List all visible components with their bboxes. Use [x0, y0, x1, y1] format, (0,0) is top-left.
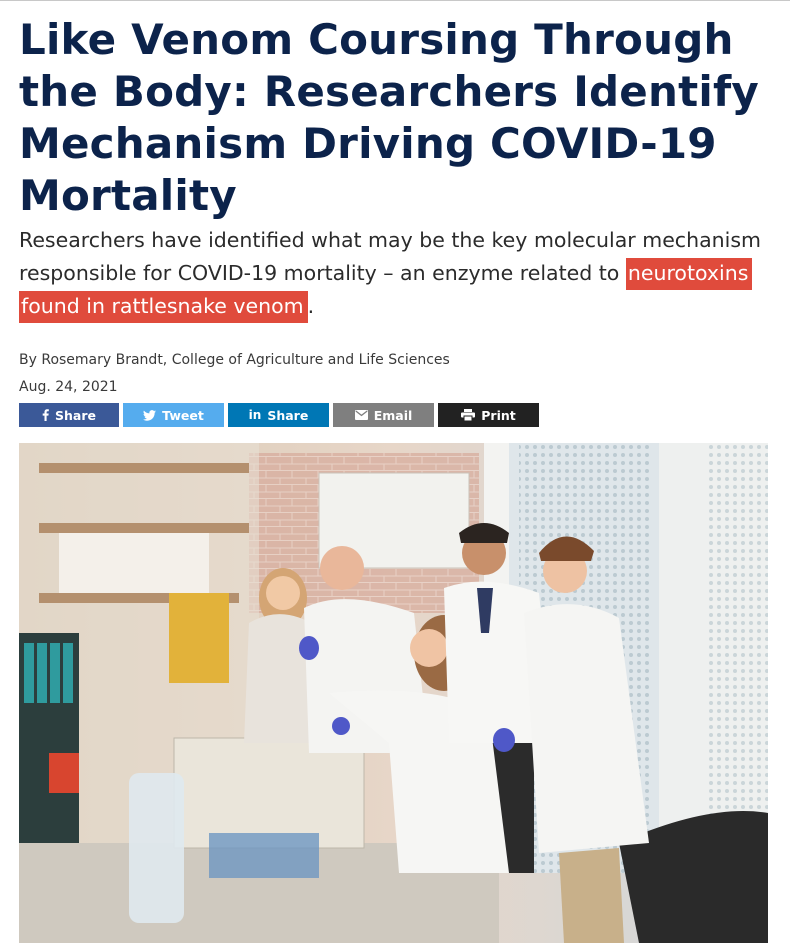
facebook-share-button[interactable]: Share	[19, 403, 119, 427]
dek-end: .	[307, 294, 315, 318]
email-label: Email	[373, 407, 413, 423]
print-label: Print	[481, 407, 516, 423]
facebook-icon	[42, 409, 49, 421]
linkedin-share-button[interactable]: in Share	[228, 403, 329, 427]
share-bar: Share Tweet in Share Email Print	[19, 403, 539, 427]
top-border	[0, 0, 790, 1]
email-button[interactable]: Email	[333, 403, 434, 427]
facebook-share-label: Share	[55, 407, 96, 423]
lab-researchers-photo	[19, 443, 768, 943]
article-dek: Researchers have identified what may be …	[19, 224, 784, 323]
twitter-icon	[143, 409, 157, 421]
article-title: Like Venom Coursing Through the Body: Re…	[19, 15, 759, 220]
linkedin-share-label: Share	[267, 407, 309, 423]
linkedin-icon: in	[248, 408, 262, 422]
lab-photo	[19, 443, 768, 943]
printer-icon	[461, 409, 476, 421]
twitter-tweet-button[interactable]: Tweet	[123, 403, 224, 427]
print-button[interactable]: Print	[438, 403, 539, 427]
byline: By Rosemary Brandt, College of Agricultu…	[19, 352, 450, 368]
twitter-tweet-label: Tweet	[162, 407, 204, 423]
envelope-icon	[354, 410, 368, 420]
publish-date: Aug. 24, 2021	[19, 379, 118, 395]
